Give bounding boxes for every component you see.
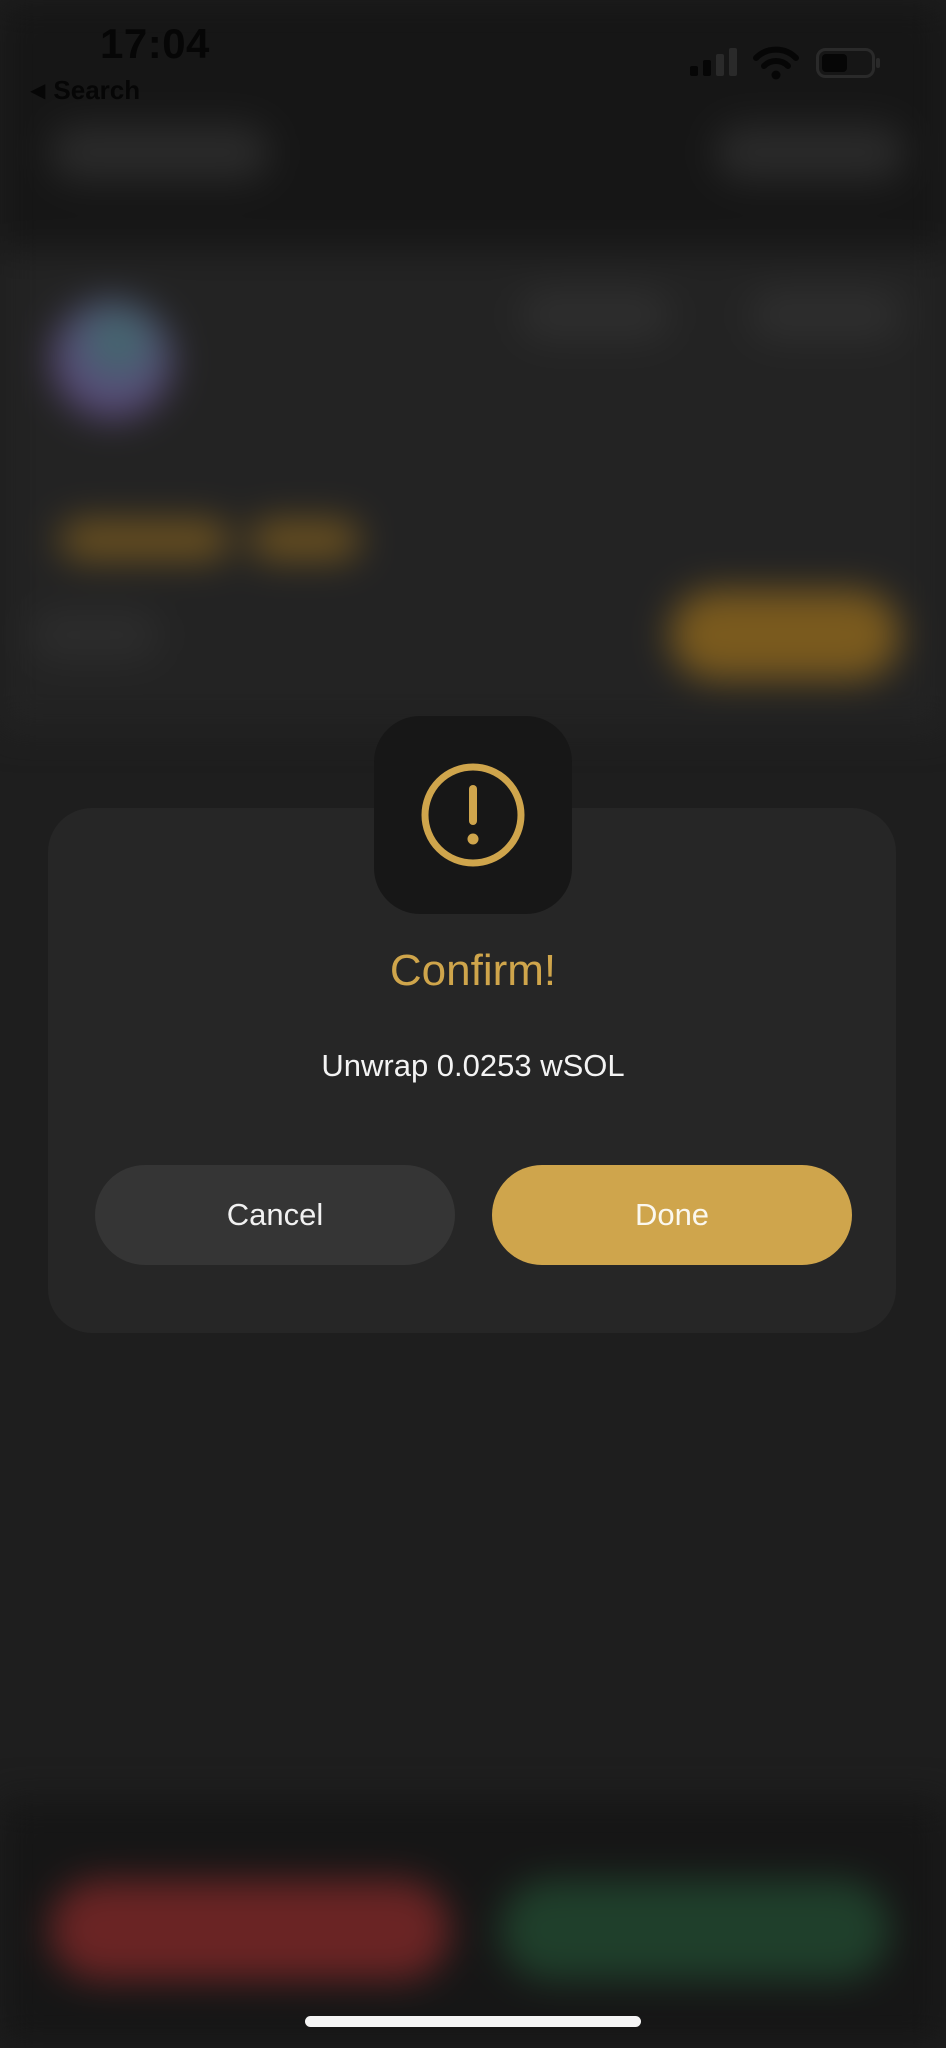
home-indicator[interactable] — [305, 2016, 641, 2027]
alert-circle-icon — [421, 763, 525, 867]
status-time: 17:04 — [100, 20, 210, 67]
wifi-icon — [753, 46, 799, 80]
bg-buy-button — [500, 1880, 890, 1980]
back-to-search-link[interactable]: ◀ Search — [30, 75, 140, 106]
back-label: Search — [53, 75, 141, 105]
battery-icon — [816, 48, 880, 78]
app-screen: 17:04 ◀ Search Confirm! Unwrap 0.0253 wS… — [0, 0, 946, 2048]
bg-gold-button — [670, 590, 900, 680]
bg-avatar — [52, 300, 172, 420]
cancel-button[interactable]: Cancel — [95, 1165, 455, 1265]
bg-chip-1 — [520, 290, 670, 340]
status-bar: 17:04 ◀ Search — [0, 0, 946, 110]
dialog-title: Confirm! — [389, 946, 557, 995]
dialog-message: Unwrap 0.0253 wSOL — [321, 1048, 625, 1083]
cellular-signal-icon — [690, 48, 737, 76]
bg-pill-right — [715, 125, 905, 180]
bg-pill-left — [50, 125, 270, 180]
done-button[interactable]: Done — [492, 1165, 852, 1265]
bg-gold-text-1 — [60, 520, 230, 560]
alert-badge — [374, 716, 572, 914]
bg-chip-3 — [30, 610, 160, 660]
bg-chip-2 — [750, 290, 900, 340]
bg-gold-text-2 — [250, 520, 360, 560]
bg-sell-button — [50, 1880, 450, 1980]
back-arrow-icon: ◀ — [30, 80, 46, 102]
